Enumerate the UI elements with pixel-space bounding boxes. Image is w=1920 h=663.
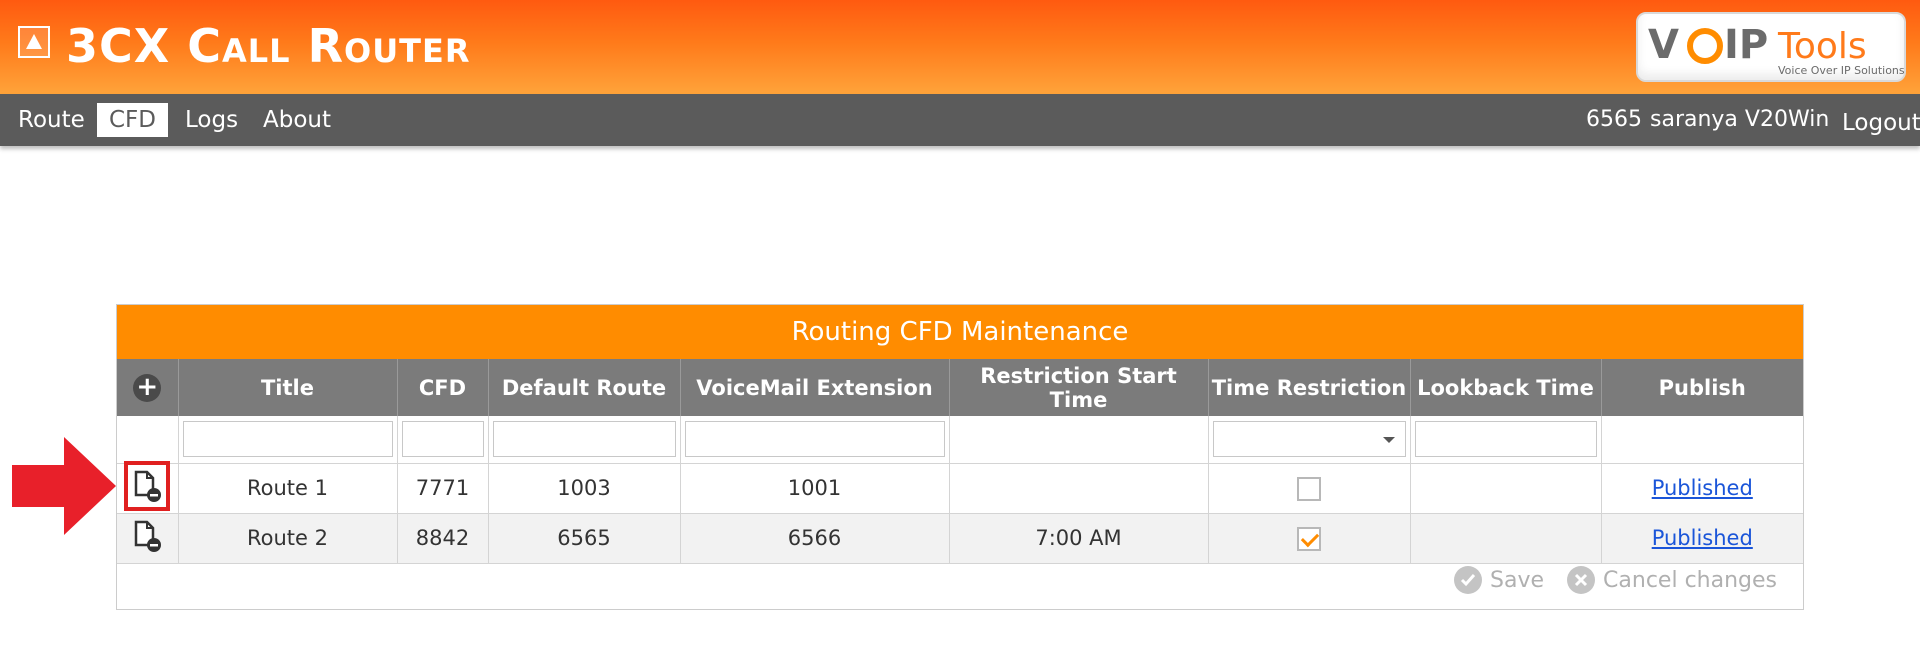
nav-item-cfd[interactable]: CFD	[97, 103, 168, 137]
cell-cfd: 7771	[397, 463, 489, 514]
column-header-cfd[interactable]: CFD	[397, 359, 489, 416]
table-row: Route 1 7771 1003 1001 Published	[117, 460, 1803, 514]
nav-item-about[interactable]: About	[251, 103, 343, 137]
app-header: 3CX Call Router V IP Tools Voice Over IP…	[0, 0, 1920, 94]
filter-time-restriction-select[interactable]	[1212, 421, 1406, 458]
filter-default-route-input[interactable]	[492, 421, 676, 458]
publish-link[interactable]: Published	[1652, 526, 1753, 550]
cell-restriction-start-time	[949, 463, 1209, 514]
save-label: Save	[1490, 567, 1545, 593]
collapse-header-button[interactable]	[18, 26, 50, 58]
cell-lookback-time	[1410, 513, 1602, 564]
arrow-up-icon	[26, 34, 42, 49]
save-button[interactable]: Save	[1454, 566, 1544, 594]
nav-bar: Route CFD Logs About 6565 saranya V20Win…	[0, 94, 1920, 146]
cell-title: Route 2	[178, 513, 398, 564]
red-arrow-icon	[12, 437, 116, 535]
nav-item-logs[interactable]: Logs	[173, 103, 250, 137]
header-row: + Title CFD Default Route VoiceMail Exte…	[117, 359, 1803, 416]
cell-default-route: 6565	[488, 513, 681, 564]
svg-text:V: V	[1648, 22, 1679, 68]
add-icon[interactable]: +	[133, 373, 162, 402]
delete-row-icon[interactable]	[124, 460, 171, 511]
filter-voicemail-input[interactable]	[684, 421, 945, 458]
cell-cfd: 8842	[397, 513, 489, 564]
column-header-title[interactable]: Title	[178, 359, 398, 416]
column-header-voicemail-extension[interactable]: VoiceMail Extension	[680, 359, 950, 416]
column-header-restriction-start-time[interactable]: Restriction Start Time	[949, 359, 1209, 416]
filter-lookback-input[interactable]	[1414, 421, 1597, 458]
cancel-changes-label: Cancel changes	[1603, 567, 1777, 593]
user-name: saranya V20Win	[1650, 107, 1830, 132]
filter-cfd-input[interactable]	[401, 421, 484, 458]
cfd-grid: + Title CFD Default Route VoiceMail Exte…	[117, 359, 1803, 564]
cell-voicemail-extension: 1001	[680, 463, 950, 514]
logout-link[interactable]: Logout	[1830, 106, 1920, 140]
cell-default-route: 1003	[488, 463, 681, 514]
nav-item-route[interactable]: Route	[6, 103, 97, 137]
cell-title: Route 1	[178, 463, 398, 514]
dropdown-caret-icon	[1382, 437, 1395, 444]
cell-restriction-start-time: 7:00 AM	[949, 513, 1209, 564]
column-header-default-route[interactable]: Default Route	[488, 359, 681, 416]
voiptools-logo: V IP Tools Voice Over IP Solutions	[1636, 12, 1906, 82]
time-restriction-checkbox[interactable]	[1297, 476, 1321, 501]
filter-row	[117, 416, 1803, 464]
time-restriction-checkbox[interactable]	[1297, 526, 1321, 551]
svg-text:Voice Over IP Solutions: Voice Over IP Solutions	[1778, 64, 1905, 77]
app-title: 3CX Call Router	[66, 19, 471, 73]
checkmark-icon	[1454, 566, 1483, 594]
cell-voicemail-extension: 6566	[680, 513, 950, 564]
delete-row-icon[interactable]	[132, 519, 162, 553]
filter-title-input[interactable]	[182, 421, 393, 458]
svg-text:Tools: Tools	[1777, 26, 1867, 67]
cell-lookback-time	[1410, 463, 1602, 514]
svg-text:IP: IP	[1724, 22, 1768, 68]
cfd-maintenance-panel: Routing CFD Maintenance + Title CFD Defa…	[116, 304, 1804, 610]
publish-link[interactable]: Published	[1652, 476, 1753, 500]
column-header-time-restriction[interactable]: Time Restriction	[1208, 359, 1411, 416]
column-header-publish[interactable]: Publish	[1601, 359, 1803, 416]
column-header-lookback-time[interactable]: Lookback Time	[1410, 359, 1602, 416]
cancel-changes-button[interactable]: Cancel changes	[1567, 566, 1777, 594]
user-extension: 6565	[1586, 107, 1642, 132]
grid-actions: Save Cancel changes	[1438, 566, 1777, 600]
add-row-header[interactable]: +	[117, 359, 179, 416]
table-row: Route 2 8842 6565 6566 7:00 AM Published	[117, 513, 1803, 564]
panel-title: Routing CFD Maintenance	[117, 305, 1803, 359]
close-icon	[1567, 566, 1596, 594]
